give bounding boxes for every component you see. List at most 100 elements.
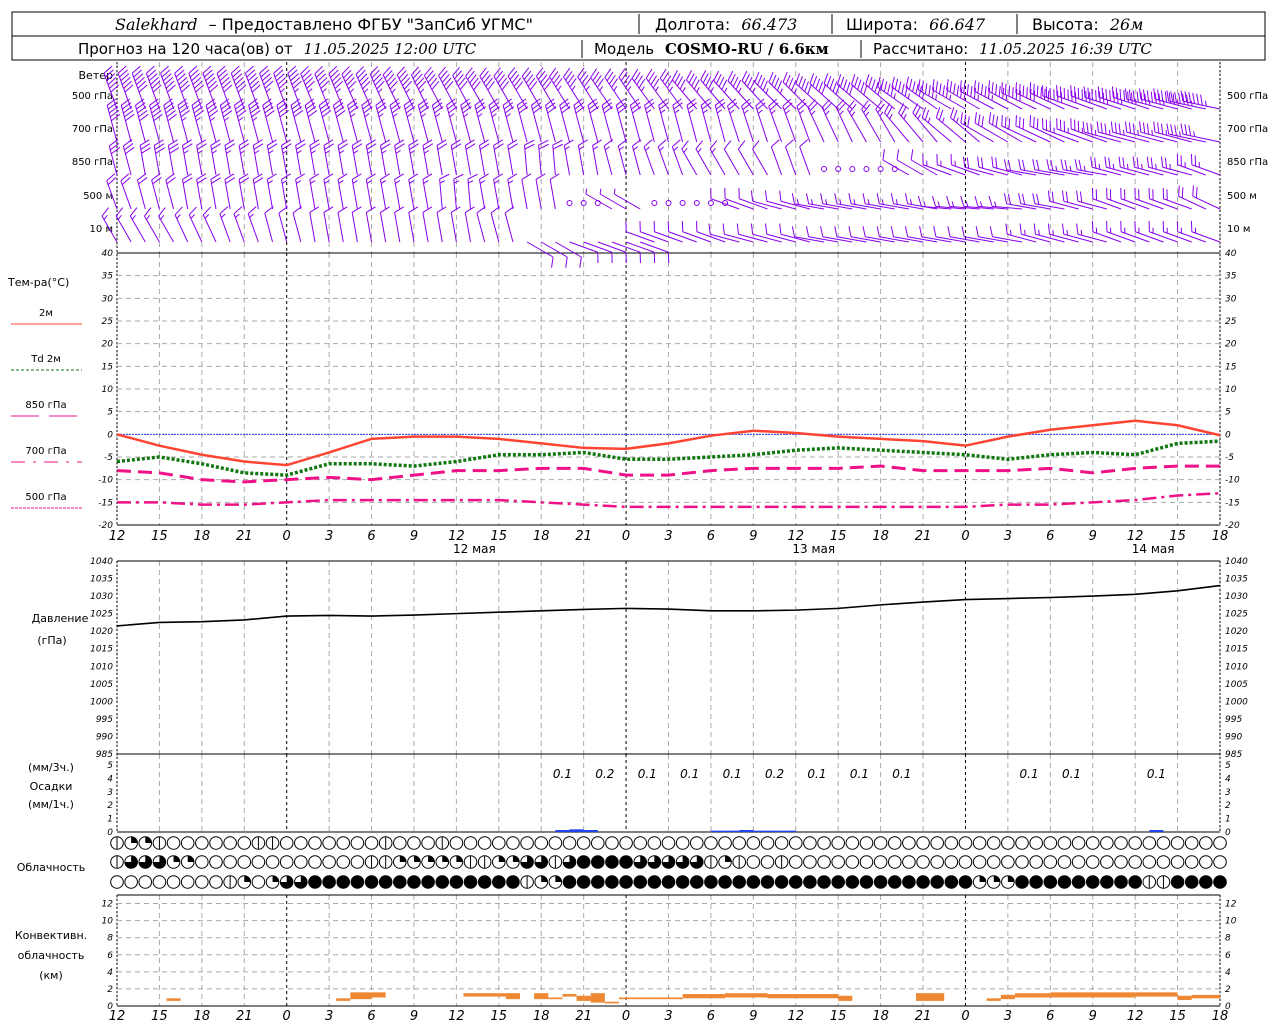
barb-flag [1094,157,1097,169]
cloud-symbol [308,836,322,850]
cloud-symbol [180,836,195,850]
barb-staff [896,159,924,176]
barb-flag [975,226,979,237]
cloud-symbol [788,855,803,869]
cloud-symbol [1100,875,1114,889]
barb-flag [1188,125,1192,136]
wind-barb [165,173,176,210]
precip-3h-label: 0.2 [595,767,614,781]
wind-barb [379,173,390,210]
cloud-circle [237,836,252,850]
barb-half-flag [395,150,401,154]
cloud-symbol [251,855,266,869]
cloud-symbol [718,855,732,869]
wind-barb [262,98,275,143]
barb-staff [526,241,554,258]
barb-flag [439,173,450,180]
cloud-symbol [124,855,138,869]
barb-staff [992,236,1023,243]
cloud-symbol [209,875,223,889]
x-tick-label: 21 [575,529,592,544]
barb-flag [309,173,320,180]
convective-bar [1135,992,1178,997]
barb-staff [643,146,655,176]
barb-staff [1177,231,1207,243]
wind-barb [446,98,458,143]
barb-half-flag [350,113,356,118]
cloud-circle [958,836,973,850]
station-name: Salekhard [115,15,198,34]
wind-barb [436,206,447,243]
barb-flag [754,72,760,83]
barb-staff [292,212,302,243]
barb-flag [776,80,783,91]
calm-circle [821,166,828,172]
wind-barb [351,206,362,243]
barb-flag [863,84,868,96]
cloud-circle [605,875,619,889]
wind-barb [577,67,599,110]
wind-barb [821,99,839,143]
barb-flag [1018,83,1021,95]
wind-barb [727,70,754,110]
barb-half-flag [338,180,344,184]
x-tick-label: 6 [1046,529,1054,544]
barb-flag [818,81,824,92]
cloud-symbol [308,875,322,889]
cloud-quarter [442,855,449,862]
cloud-symbol [1100,855,1114,869]
barb-flag [876,226,880,237]
wind-barb [355,66,372,110]
barb-half-flag [1094,129,1097,136]
barb-staff [1092,198,1122,210]
wind-barb [821,166,828,172]
cloud-circle [1213,836,1227,850]
barb-flag [693,79,700,90]
barb-flag [1064,159,1068,171]
x-tick-label: 18 [872,1009,889,1024]
cloud-symbol [294,836,308,850]
barb-half-flag [1162,99,1165,106]
wind-barb [158,207,174,243]
barb-staff [280,145,288,176]
barb-half-flag [1169,163,1171,170]
barb-half-flag [881,199,884,205]
y-tick-label: 1000 [90,697,113,707]
y-tick-label: 10 [102,385,114,395]
barb-half-flag [310,150,316,154]
barb-flag [1060,159,1064,170]
barb-staff [202,214,217,243]
cloud-circle [817,836,831,850]
wind-barb [309,139,320,176]
barb-flag [1181,187,1184,199]
barb-staff [219,213,231,243]
barb-staff [682,231,712,243]
cloud-symbol [223,836,237,850]
y-tick-label-right: 1010 [1225,662,1248,672]
cloud-symbol [1114,855,1128,869]
barb-staff [603,145,613,176]
cloud-symbol [209,855,223,869]
barb-flag [1061,190,1065,202]
cloud-symbol [845,875,860,889]
barb-staff [808,203,839,210]
barb-half-flag [468,180,474,184]
barb-flag [956,85,960,97]
cloud-circle [308,836,322,850]
wind-barb [379,139,391,176]
barb-flag [967,116,970,128]
barb-flag [749,79,756,90]
cloud-circle [1199,855,1213,869]
wind-barb [351,139,363,176]
cloud-circle [1057,855,1072,869]
lon-value: 66.473 [741,15,797,34]
barb-flag [860,81,865,93]
barb-flag [931,195,937,207]
precip-3h-label: 0.1 [723,767,742,781]
barb-half-flag [1083,165,1086,172]
wind-barb [573,98,585,143]
convective-bar [505,993,521,1000]
cloud-symbol [449,875,464,889]
barb-staff [137,179,146,210]
cloud-symbol [1184,836,1199,850]
